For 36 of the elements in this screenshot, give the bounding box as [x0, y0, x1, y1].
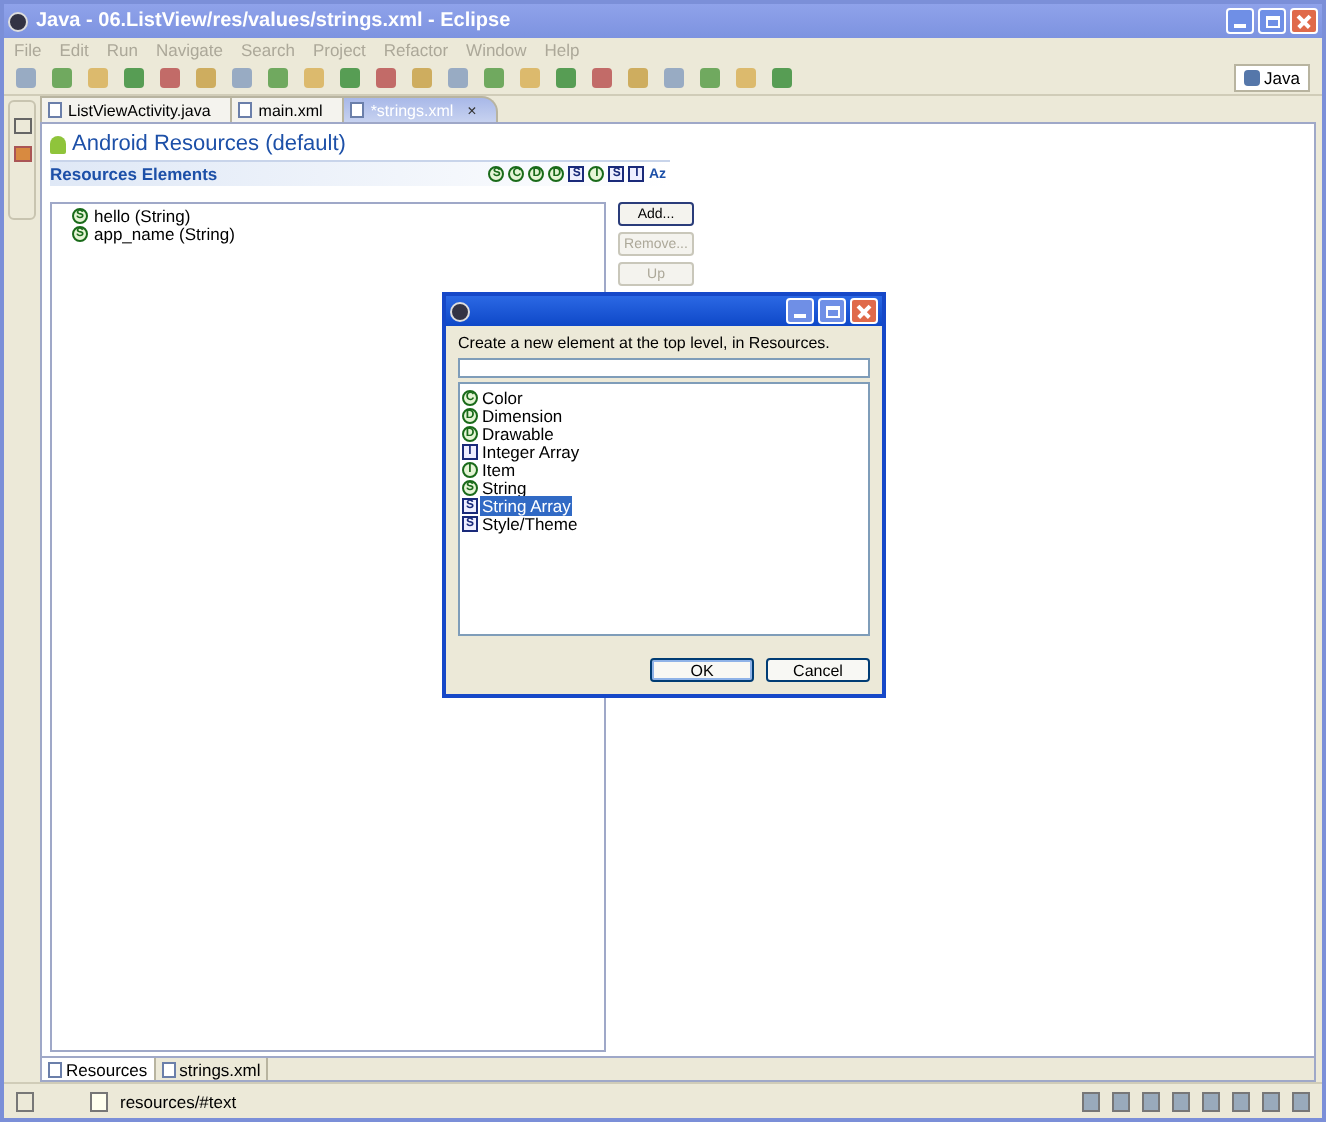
editor-tab[interactable]: ListViewActivity.java — [40, 96, 233, 122]
form-title: Android Resources (default) — [72, 132, 346, 156]
page-tab[interactable]: strings.xml — [155, 1058, 269, 1080]
dialog-button[interactable]: OK — [650, 658, 754, 682]
eclipse-icon — [8, 11, 28, 31]
java-perspective-button[interactable]: Java — [1234, 64, 1310, 92]
list-item[interactable]: Style/Theme — [480, 513, 580, 533]
close-icon[interactable]: × — [467, 101, 477, 119]
minimize-button[interactable] — [786, 298, 814, 324]
dialog-button[interactable]: Cancel — [766, 658, 870, 682]
section-title: Resources Elements — [50, 164, 220, 184]
maximize-button[interactable] — [1258, 8, 1286, 34]
list-item[interactable]: Dimension — [480, 405, 565, 425]
close-button[interactable] — [1290, 8, 1318, 34]
list-item[interactable]: Item — [480, 459, 518, 479]
editor-tab[interactable]: main.xml — [230, 96, 345, 122]
minimize-button[interactable] — [1226, 8, 1254, 34]
list-item[interactable]: Integer Array — [480, 441, 582, 461]
android-icon — [50, 135, 66, 153]
window-title: Java - 06.ListView/res/values/strings.xml - Eclipse — [36, 10, 513, 32]
document-icon — [90, 1091, 108, 1111]
maximize-button[interactable] — [818, 298, 846, 324]
restore-icon[interactable] — [13, 118, 31, 134]
close-button[interactable] — [850, 298, 878, 324]
tree-item[interactable]: app_name (String) — [94, 223, 235, 243]
tree-item[interactable]: hello (String) — [94, 205, 191, 225]
filter-field[interactable] — [458, 358, 870, 378]
list-item[interactable]: Color — [480, 387, 525, 407]
fast-view-icon[interactable] — [16, 1091, 34, 1111]
list-item[interactable]: String Array — [480, 495, 573, 515]
dialog-message: Create a new element at the top level, in Resources. — [458, 334, 832, 352]
list-item[interactable]: Drawable — [480, 423, 556, 443]
status-text: resources/#text — [120, 1091, 237, 1111]
editor-tab[interactable]: *strings.xml × — [342, 96, 499, 122]
list-item[interactable]: String — [480, 477, 529, 497]
page-tab[interactable]: Resources — [42, 1058, 156, 1080]
